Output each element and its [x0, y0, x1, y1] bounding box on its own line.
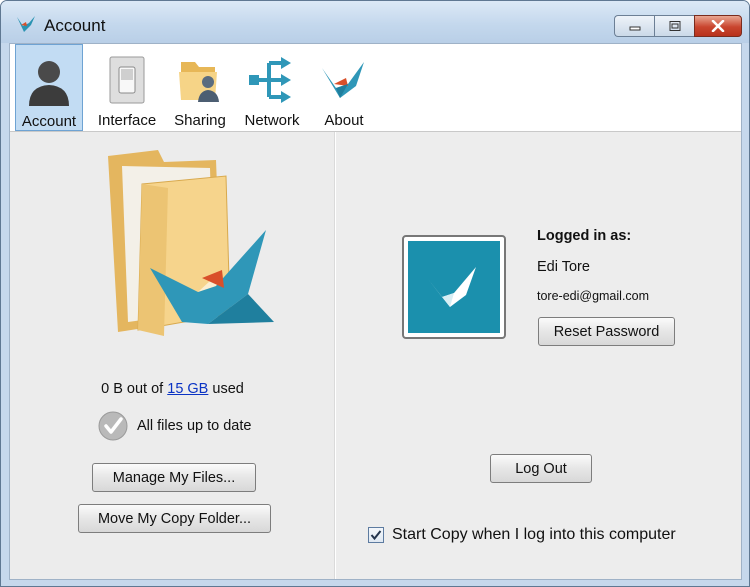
- sync-status-text: All files up to date: [137, 418, 252, 434]
- tab-network-label: Network: [244, 112, 300, 129]
- network-icon: [245, 50, 299, 110]
- interface-icon: [100, 50, 154, 110]
- sync-status: All files up to date: [97, 411, 251, 441]
- tab-about-label: About: [324, 112, 364, 129]
- tab-network[interactable]: Network: [239, 44, 305, 131]
- logged-in-label: Logged in as:: [537, 228, 632, 244]
- usage-suffix: used: [212, 381, 244, 397]
- minimize-icon: [629, 26, 640, 31]
- startup-option[interactable]: Start Copy when I log into this computer: [368, 526, 676, 544]
- maximize-icon: [669, 21, 680, 31]
- window-client-area: Account Interface Sharing Network About …: [9, 43, 742, 580]
- reset-password-button[interactable]: Reset Password: [538, 317, 675, 346]
- avatar: [402, 235, 506, 339]
- tab-account[interactable]: Account: [15, 44, 83, 131]
- storage-panel: 0 B out of 15 GB used All files up to da…: [10, 132, 335, 579]
- move-folder-button[interactable]: Move My Copy Folder...: [78, 504, 271, 533]
- about-icon: [317, 50, 371, 110]
- title-bar[interactable]: Account: [1, 1, 749, 43]
- account-icon: [22, 51, 76, 111]
- tab-about[interactable]: About: [314, 44, 374, 131]
- tab-interface-label: Interface: [97, 112, 157, 129]
- preferences-toolbar: Account Interface Sharing Network About: [10, 44, 741, 132]
- tab-sharing-label: Sharing: [174, 112, 226, 129]
- close-icon: [711, 20, 725, 32]
- account-panel: Logged in as: Edi Tore tore-edi@gmail.co…: [336, 132, 741, 579]
- manage-files-button[interactable]: Manage My Files...: [92, 463, 256, 492]
- minimize-button[interactable]: [614, 15, 654, 37]
- app-window: Account Account Interface Sharing Networ…: [0, 0, 750, 587]
- quota-link[interactable]: 15 GB: [167, 381, 208, 397]
- storage-usage: 0 B out of 15 GB used: [10, 381, 335, 397]
- avatar-image: [408, 241, 500, 333]
- sharing-icon: [173, 50, 227, 110]
- user-name: Edi Tore: [537, 259, 590, 275]
- usage-prefix: 0 B out of: [101, 381, 164, 397]
- copy-folder-icon: [108, 150, 274, 336]
- startup-checkbox[interactable]: [368, 527, 384, 543]
- close-button[interactable]: [694, 15, 742, 37]
- window-title: Account: [44, 16, 106, 35]
- tab-interface[interactable]: Interface: [92, 44, 162, 131]
- window-controls: [614, 15, 742, 37]
- startup-checkbox-label: Start Copy when I log into this computer: [392, 526, 676, 543]
- tab-account-label: Account: [21, 113, 77, 130]
- tab-sharing[interactable]: Sharing: [168, 44, 232, 131]
- user-email: tore-edi@gmail.com: [537, 289, 650, 303]
- maximize-button[interactable]: [654, 15, 694, 37]
- log-out-button[interactable]: Log Out: [490, 454, 592, 483]
- checkbox-check-icon: [370, 530, 382, 541]
- copy-logo-icon: [17, 16, 35, 32]
- crane-logo-icon: [428, 267, 476, 307]
- checkmark-icon: [98, 411, 128, 441]
